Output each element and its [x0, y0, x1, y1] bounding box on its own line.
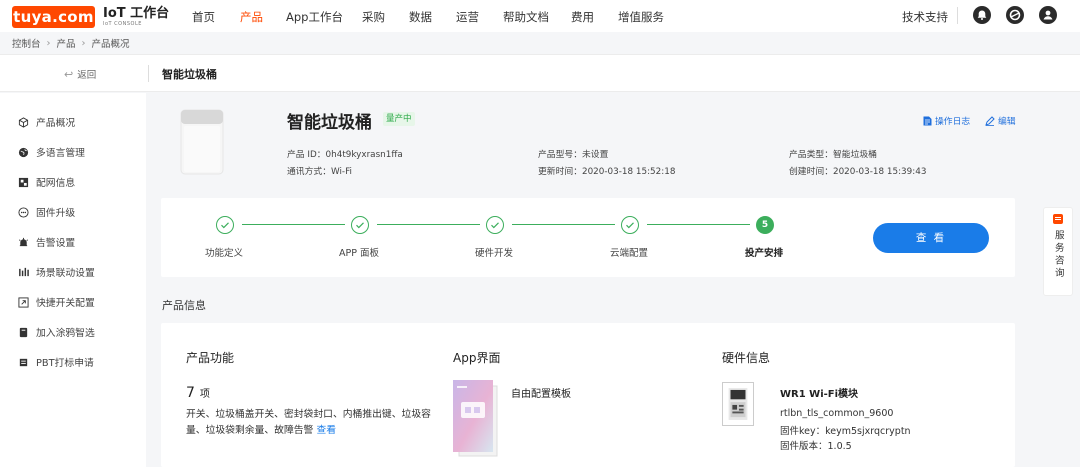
- features-title: 产品功能: [186, 351, 235, 365]
- firmware-icon: [18, 206, 29, 218]
- nav-item-fees[interactable]: 费用: [571, 9, 594, 25]
- breadcrumb-overview: 产品概况: [91, 39, 130, 50]
- nav-item-home[interactable]: 首页: [192, 9, 215, 25]
- module-chip-image: [722, 382, 754, 426]
- back-button[interactable]: ↩ 返回: [64, 67, 97, 82]
- product-id: 产品 ID：0h4t9kyxrasn1ffa: [287, 150, 403, 160]
- switch-icon: [18, 296, 29, 308]
- breadcrumb: 控制台 › 产品 › 产品概况: [12, 36, 130, 51]
- bell-icon[interactable]: [973, 6, 991, 24]
- sidebar-item-pbt[interactable]: PBT打标申请: [18, 355, 94, 369]
- top-nav: tuya.com IoT 工作台 IoT CONSOLE 首页 产品 App工作…: [0, 0, 1080, 32]
- operation-log-link[interactable]: 操作日志: [923, 114, 970, 127]
- sidebar: 产品概况 多语言管理 配网信息 固件升级 告警设置 场景联动设置 快捷开关配置 …: [0, 93, 146, 467]
- product-info-card: 产品功能 App界面 硬件信息 7项 开关、垃圾桶盖开关、密封袋封口、内桶推出键…: [161, 323, 1015, 467]
- globe-icon: [18, 147, 29, 157]
- logo[interactable]: tuya.com IoT 工作台 IoT CONSOLE: [12, 6, 169, 28]
- feature-count: 7项: [186, 385, 210, 401]
- alarm-icon: [19, 237, 28, 246]
- user-icon[interactable]: [1039, 6, 1057, 24]
- sidebar-item-languages[interactable]: 多语言管理: [18, 145, 85, 159]
- scene-icon: [19, 267, 29, 276]
- app-template-name: 自由配置模板: [511, 389, 571, 400]
- sidebar-item-store[interactable]: 加入涂鸦智选: [18, 325, 95, 339]
- sidebar-item-switch[interactable]: 快捷开关配置: [18, 295, 95, 309]
- nav-item-product[interactable]: 产品: [240, 9, 263, 25]
- step-label-hardware[interactable]: 硬件开发: [475, 245, 513, 259]
- cube-icon: [18, 116, 29, 128]
- chat-icon: [1053, 214, 1063, 224]
- sub-header: ↩ 返回 智能垃圾桶: [0, 54, 1080, 92]
- update-time: 更新时间：2020-03-18 15:52:18: [538, 167, 676, 177]
- feature-list: 开关、垃圾桶盖开关、密封袋封口、内桶推出键、垃圾容量、垃圾袋剩余量、故障告警 查…: [186, 409, 431, 436]
- app-template-thumbnail[interactable]: [453, 380, 499, 458]
- sidebar-item-alarm[interactable]: 告警设置: [18, 235, 75, 249]
- nav-item-operation[interactable]: 运营: [456, 9, 479, 25]
- nav-item-purchase[interactable]: 采购: [362, 9, 385, 25]
- step-check-icon: [351, 216, 369, 234]
- sidebar-item-network[interactable]: 配网信息: [18, 175, 75, 189]
- step-number-badge: 5: [756, 216, 774, 234]
- network-icon: [18, 177, 29, 187]
- service-consult-tab[interactable]: 服务咨询: [1043, 207, 1073, 296]
- step-label-cloud[interactable]: 云端配置: [610, 245, 648, 259]
- breadcrumb-console[interactable]: 控制台: [12, 36, 41, 50]
- nav-item-app-workbench[interactable]: App工作台: [286, 9, 343, 25]
- module-name: WR1 Wi-Fi模块: [780, 389, 859, 400]
- chevron-right-icon: ›: [81, 37, 86, 49]
- nav-item-docs[interactable]: 帮助文档: [503, 9, 549, 25]
- nav-item-data[interactable]: 数据: [409, 9, 432, 25]
- page-title: 智能垃圾桶: [162, 68, 217, 81]
- edit-link[interactable]: 编辑: [985, 114, 1016, 127]
- step-check-icon: [216, 216, 234, 234]
- product-type: 产品类型：智能垃圾桶: [789, 150, 877, 160]
- step-label-function[interactable]: 功能定义: [205, 245, 243, 259]
- hardware-title: 硬件信息: [722, 351, 771, 365]
- console-subtitle: IoT CONSOLE: [103, 21, 142, 27]
- view-features-link[interactable]: 查看: [316, 425, 336, 436]
- product-image: [180, 109, 224, 175]
- step-label-production[interactable]: 投产安排: [745, 245, 783, 259]
- logo-mark: tuya.com: [12, 6, 95, 28]
- product-name: 智能垃圾桶: [287, 113, 372, 133]
- tag-icon: [19, 358, 28, 366]
- breadcrumb-product[interactable]: 产品: [57, 36, 76, 50]
- status-badge: 量产中: [383, 112, 415, 126]
- console-title: IoT 工作台: [103, 6, 170, 21]
- back-arrow-icon: ↩: [64, 67, 74, 81]
- circle-logo-icon[interactable]: [1006, 6, 1024, 24]
- firmware-key: 固件key：keym5sjxrqcryptn: [780, 426, 911, 437]
- pencil-icon: [985, 115, 995, 126]
- back-label: 返回: [77, 70, 97, 81]
- firmware-name: rtlbn_tls_common_9600: [780, 408, 894, 419]
- sidebar-item-firmware[interactable]: 固件升级: [18, 205, 75, 219]
- progress-steps-card: 5 功能定义 APP 面板 硬件开发 云端配置 投产安排 查 看: [161, 198, 1015, 277]
- app-ui-title: App界面: [453, 351, 501, 365]
- sidebar-item-scene[interactable]: 场景联动设置: [18, 265, 95, 279]
- nav-divider: [957, 7, 958, 24]
- comm-method: 通讯方式：Wi-Fi: [287, 167, 352, 177]
- view-button[interactable]: 查 看: [873, 223, 989, 253]
- step-label-app-panel[interactable]: APP 面板: [339, 245, 379, 259]
- firmware-version: 固件版本：1.0.5: [780, 441, 852, 452]
- product-model: 产品型号：未设置: [538, 150, 609, 160]
- step-check-icon: [486, 216, 504, 234]
- step-check-icon: [621, 216, 639, 234]
- chevron-right-icon: ›: [46, 37, 51, 49]
- section-title: 产品信息: [162, 299, 206, 312]
- store-icon: [19, 327, 28, 337]
- sidebar-item-overview[interactable]: 产品概况: [18, 115, 75, 129]
- tech-support-link[interactable]: 技术支持: [902, 9, 948, 25]
- create-time: 创建时间：2020-03-18 15:39:43: [789, 167, 927, 177]
- nav-item-value-added[interactable]: 增值服务: [618, 9, 664, 25]
- document-icon: [923, 116, 932, 125]
